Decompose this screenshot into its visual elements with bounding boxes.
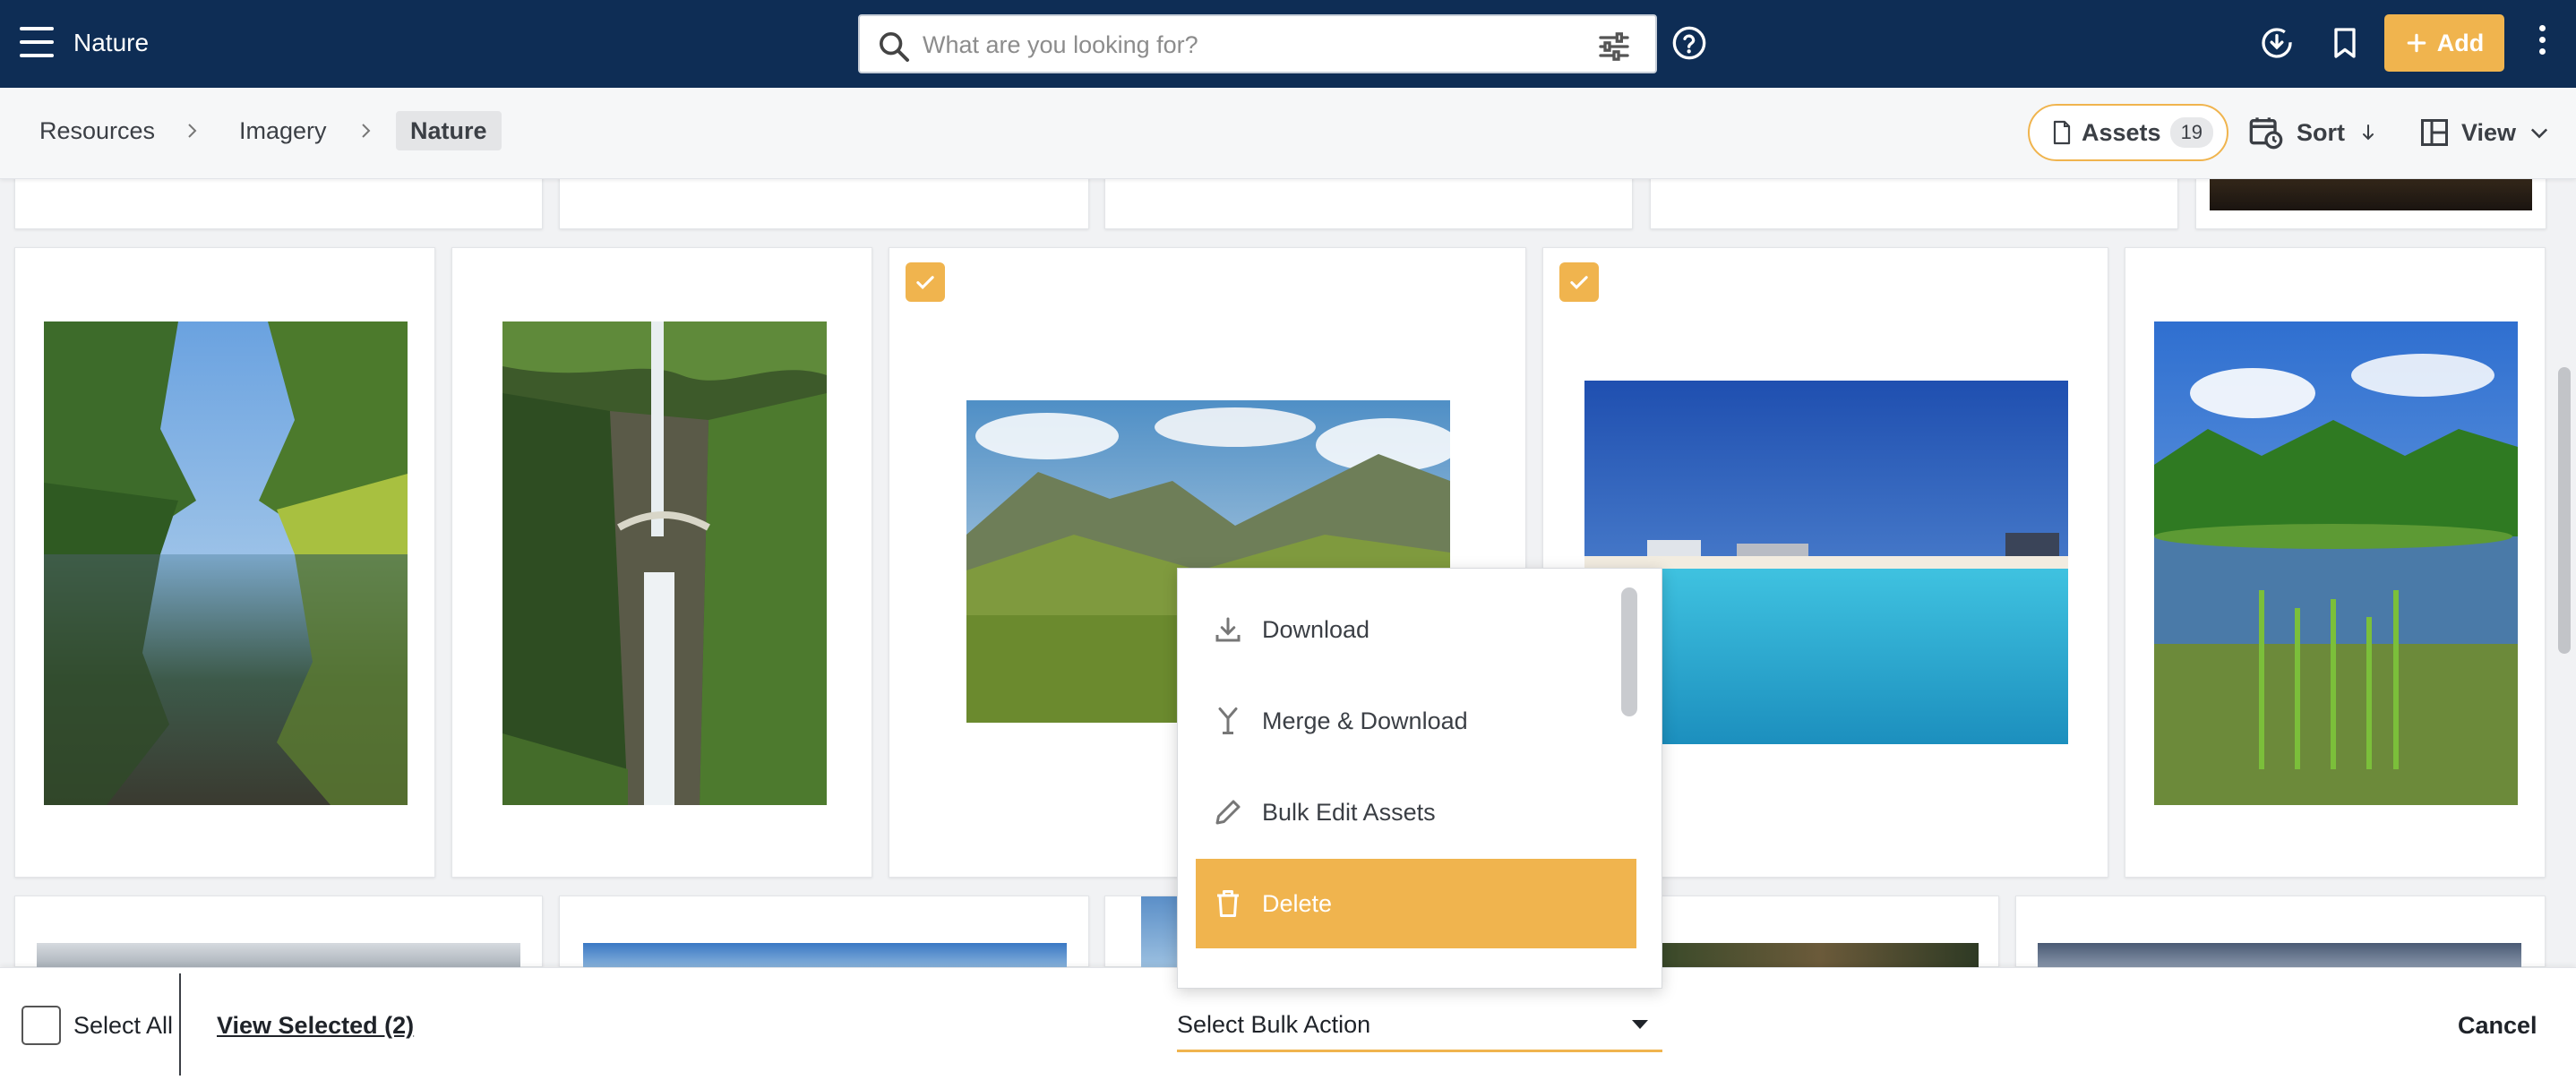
chevron-right-icon <box>188 124 197 138</box>
asset-card[interactable] <box>559 896 1089 968</box>
hamburger-menu-icon[interactable] <box>20 27 54 57</box>
card-checkbox-checked[interactable] <box>1559 262 1599 302</box>
asset-thumbnail <box>502 321 827 805</box>
asset-card[interactable] <box>1650 896 1999 968</box>
layout-grid-icon <box>2421 119 2448 146</box>
bulk-action-label: Bulk Edit Assets <box>1262 798 1436 826</box>
breadcrumb-resources[interactable]: Resources <box>39 115 155 147</box>
bulk-action-select[interactable]: Select Bulk Action <box>1177 997 1662 1052</box>
assets-count-badge: 19 <box>2169 117 2214 148</box>
asset-thumbnail <box>2038 943 2521 968</box>
asset-thumbnail <box>583 943 1067 968</box>
calendar-clock-icon <box>2249 117 2283 150</box>
asset-card[interactable] <box>451 247 872 878</box>
view-selected-link[interactable]: View Selected (2) <box>217 1009 414 1041</box>
select-all-label[interactable]: Select All <box>73 1009 173 1041</box>
sort-label: Sort <box>2297 118 2345 146</box>
top-bar: Nature Add <box>0 0 2576 88</box>
asset-card[interactable] <box>2015 896 2546 968</box>
sort-button[interactable]: Sort <box>2248 113 2379 152</box>
bulk-action-edit-assets[interactable]: Bulk Edit Assets <box>1196 767 1636 857</box>
breadcrumb-current: Nature <box>396 111 502 150</box>
bulk-action-select-value: Select Bulk Action <box>1177 1011 1371 1038</box>
breadcrumb-imagery[interactable]: Imagery <box>239 115 327 147</box>
app-title: Nature <box>73 29 150 56</box>
chevron-down-icon <box>2530 128 2548 139</box>
bulk-action-label: Delete <box>1262 889 1333 917</box>
download-icon <box>1215 617 1241 642</box>
document-icon <box>2053 120 2071 145</box>
dropdown-scrollbar-thumb[interactable] <box>1621 587 1637 716</box>
sub-bar: Resources Imagery Nature Assets 19 Sort … <box>0 88 2576 179</box>
merge-icon <box>1218 707 1238 734</box>
asset-card[interactable] <box>2125 247 2546 878</box>
checkmark-icon <box>916 276 934 289</box>
pencil-icon <box>1215 800 1241 825</box>
asset-thumbnail <box>1662 943 1979 968</box>
search-input[interactable] <box>923 25 1532 64</box>
arrow-down-icon <box>2363 124 2374 141</box>
cancel-button[interactable]: Cancel <box>2458 1009 2537 1041</box>
add-button-label: Add <box>2436 29 2485 56</box>
asset-thumbnail <box>2154 321 2518 805</box>
bulk-action-dropdown: Download Merge & Download Bulk Edit Asse… <box>1177 568 1662 989</box>
plus-icon <box>2407 33 2426 53</box>
checkmark-icon <box>1570 276 1588 289</box>
gallery-scrollbar-thumb[interactable] <box>2558 367 2571 654</box>
divider <box>179 973 181 1076</box>
asset-card[interactable] <box>14 896 543 968</box>
select-all-checkbox[interactable] <box>21 1006 61 1045</box>
bulk-action-label: Download <box>1262 615 1370 643</box>
view-label: View <box>2461 118 2517 146</box>
help-icon[interactable] <box>1671 25 1707 61</box>
search-icon <box>880 32 909 62</box>
assets-filter-button[interactable]: Assets 19 <box>2028 104 2228 161</box>
filter-sliders-icon[interactable] <box>1596 29 1632 64</box>
chevron-right-icon <box>362 124 371 138</box>
more-options-icon[interactable] <box>2531 25 2553 61</box>
download-progress-icon[interactable] <box>2259 25 2295 61</box>
bookmark-icon[interactable] <box>2327 25 2363 61</box>
search-bar[interactable] <box>858 14 1657 73</box>
bulk-action-label: Merge & Download <box>1262 707 1468 734</box>
caret-down-icon <box>1632 1020 1648 1029</box>
add-button[interactable]: Add <box>2384 14 2504 72</box>
asset-thumbnail <box>44 321 408 805</box>
bulk-action-delete[interactable]: Delete <box>1196 859 1636 948</box>
card-checkbox-checked[interactable] <box>906 262 945 302</box>
bulk-action-merge-download[interactable]: Merge & Download <box>1196 676 1636 766</box>
assets-label: Assets <box>2082 118 2161 146</box>
trash-icon <box>1217 890 1239 917</box>
view-button[interactable]: View <box>2418 113 2552 152</box>
asset-thumbnail <box>37 943 520 968</box>
asset-card[interactable] <box>14 247 435 878</box>
bulk-action-download[interactable]: Download <box>1196 585 1636 674</box>
